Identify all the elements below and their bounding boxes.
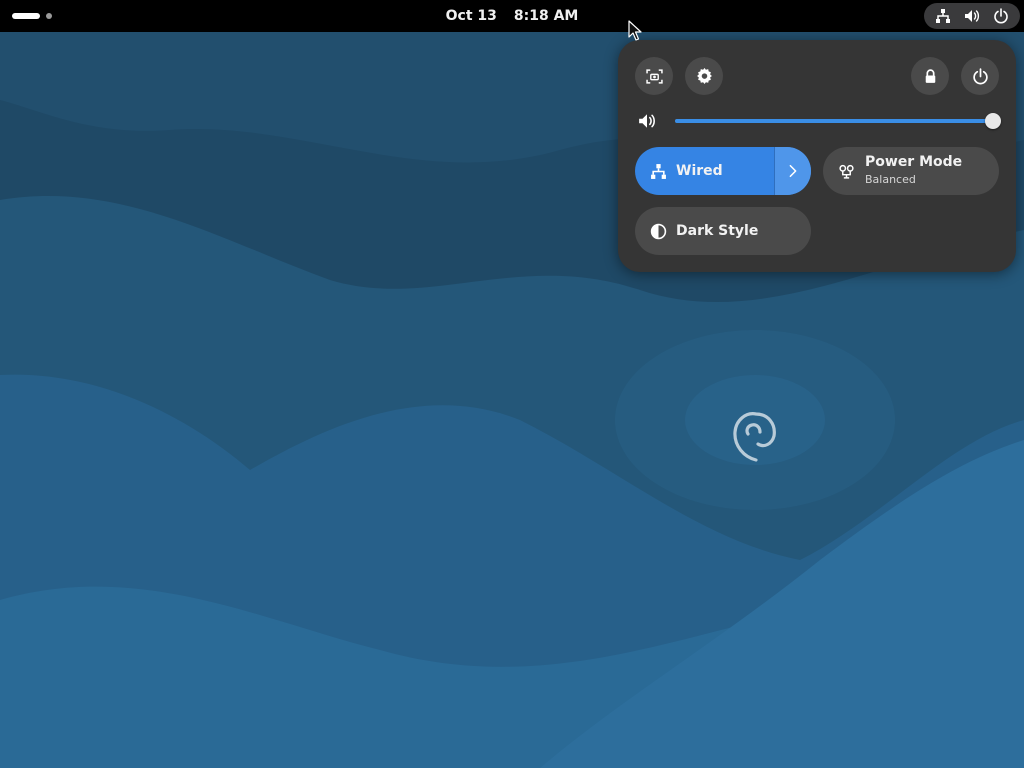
screenshot-icon — [645, 68, 663, 84]
system-status-area[interactable] — [924, 3, 1020, 29]
dark-style-label: Dark Style — [676, 223, 759, 239]
power-mode-toggle[interactable]: Power Mode Balanced — [823, 147, 999, 195]
gear-icon — [696, 67, 712, 84]
settings-button[interactable] — [685, 57, 723, 95]
volume-icon — [963, 7, 981, 25]
network-wired-icon — [649, 162, 667, 180]
lock-button[interactable] — [911, 57, 949, 95]
workspace-indicator-active — [12, 13, 40, 19]
power-icon — [992, 7, 1010, 25]
power-mode-subtitle: Balanced — [865, 173, 916, 186]
wired-menu-arrow[interactable] — [774, 147, 811, 195]
quick-settings-menu: Wired Power Mode Balanced Dark Style — [618, 40, 1016, 272]
clock-date[interactable]: Oct 13 — [446, 8, 497, 24]
top-bar: Oct 13 8:18 AM — [0, 0, 1024, 32]
desktop[interactable]: Oct 13 8:18 AM Wired Power Mode Balanced… — [0, 0, 1024, 768]
wired-toggle: Wired — [635, 147, 811, 195]
volume-slider-handle[interactable] — [985, 113, 1001, 129]
mouse-cursor — [628, 20, 642, 41]
wired-label: Wired — [676, 163, 723, 179]
volume-control — [634, 108, 1001, 134]
dark-style-icon — [649, 222, 667, 240]
clock-time[interactable]: 8:18 AM — [514, 8, 578, 24]
chevron-right-icon — [789, 164, 797, 178]
volume-icon[interactable] — [638, 112, 656, 130]
dark-style-toggle[interactable]: Dark Style — [635, 207, 811, 255]
power-off-button[interactable] — [961, 57, 999, 95]
network-wired-icon — [934, 7, 952, 25]
wired-toggle-button[interactable]: Wired — [635, 147, 774, 195]
clock[interactable]: Oct 13 8:18 AM — [0, 0, 1024, 32]
power-mode-text: Power Mode Balanced — [865, 154, 962, 188]
volume-slider-fill — [675, 119, 993, 123]
volume-slider[interactable] — [675, 113, 1001, 129]
activities-button[interactable] — [12, 9, 52, 23]
power-mode-icon — [837, 162, 855, 180]
power-icon — [972, 67, 988, 84]
lock-icon — [925, 68, 935, 83]
screenshot-button[interactable] — [635, 57, 673, 95]
power-mode-label: Power Mode — [865, 154, 963, 170]
workspace-indicator-dot — [46, 13, 52, 19]
debian-swirl-logo — [733, 412, 776, 462]
